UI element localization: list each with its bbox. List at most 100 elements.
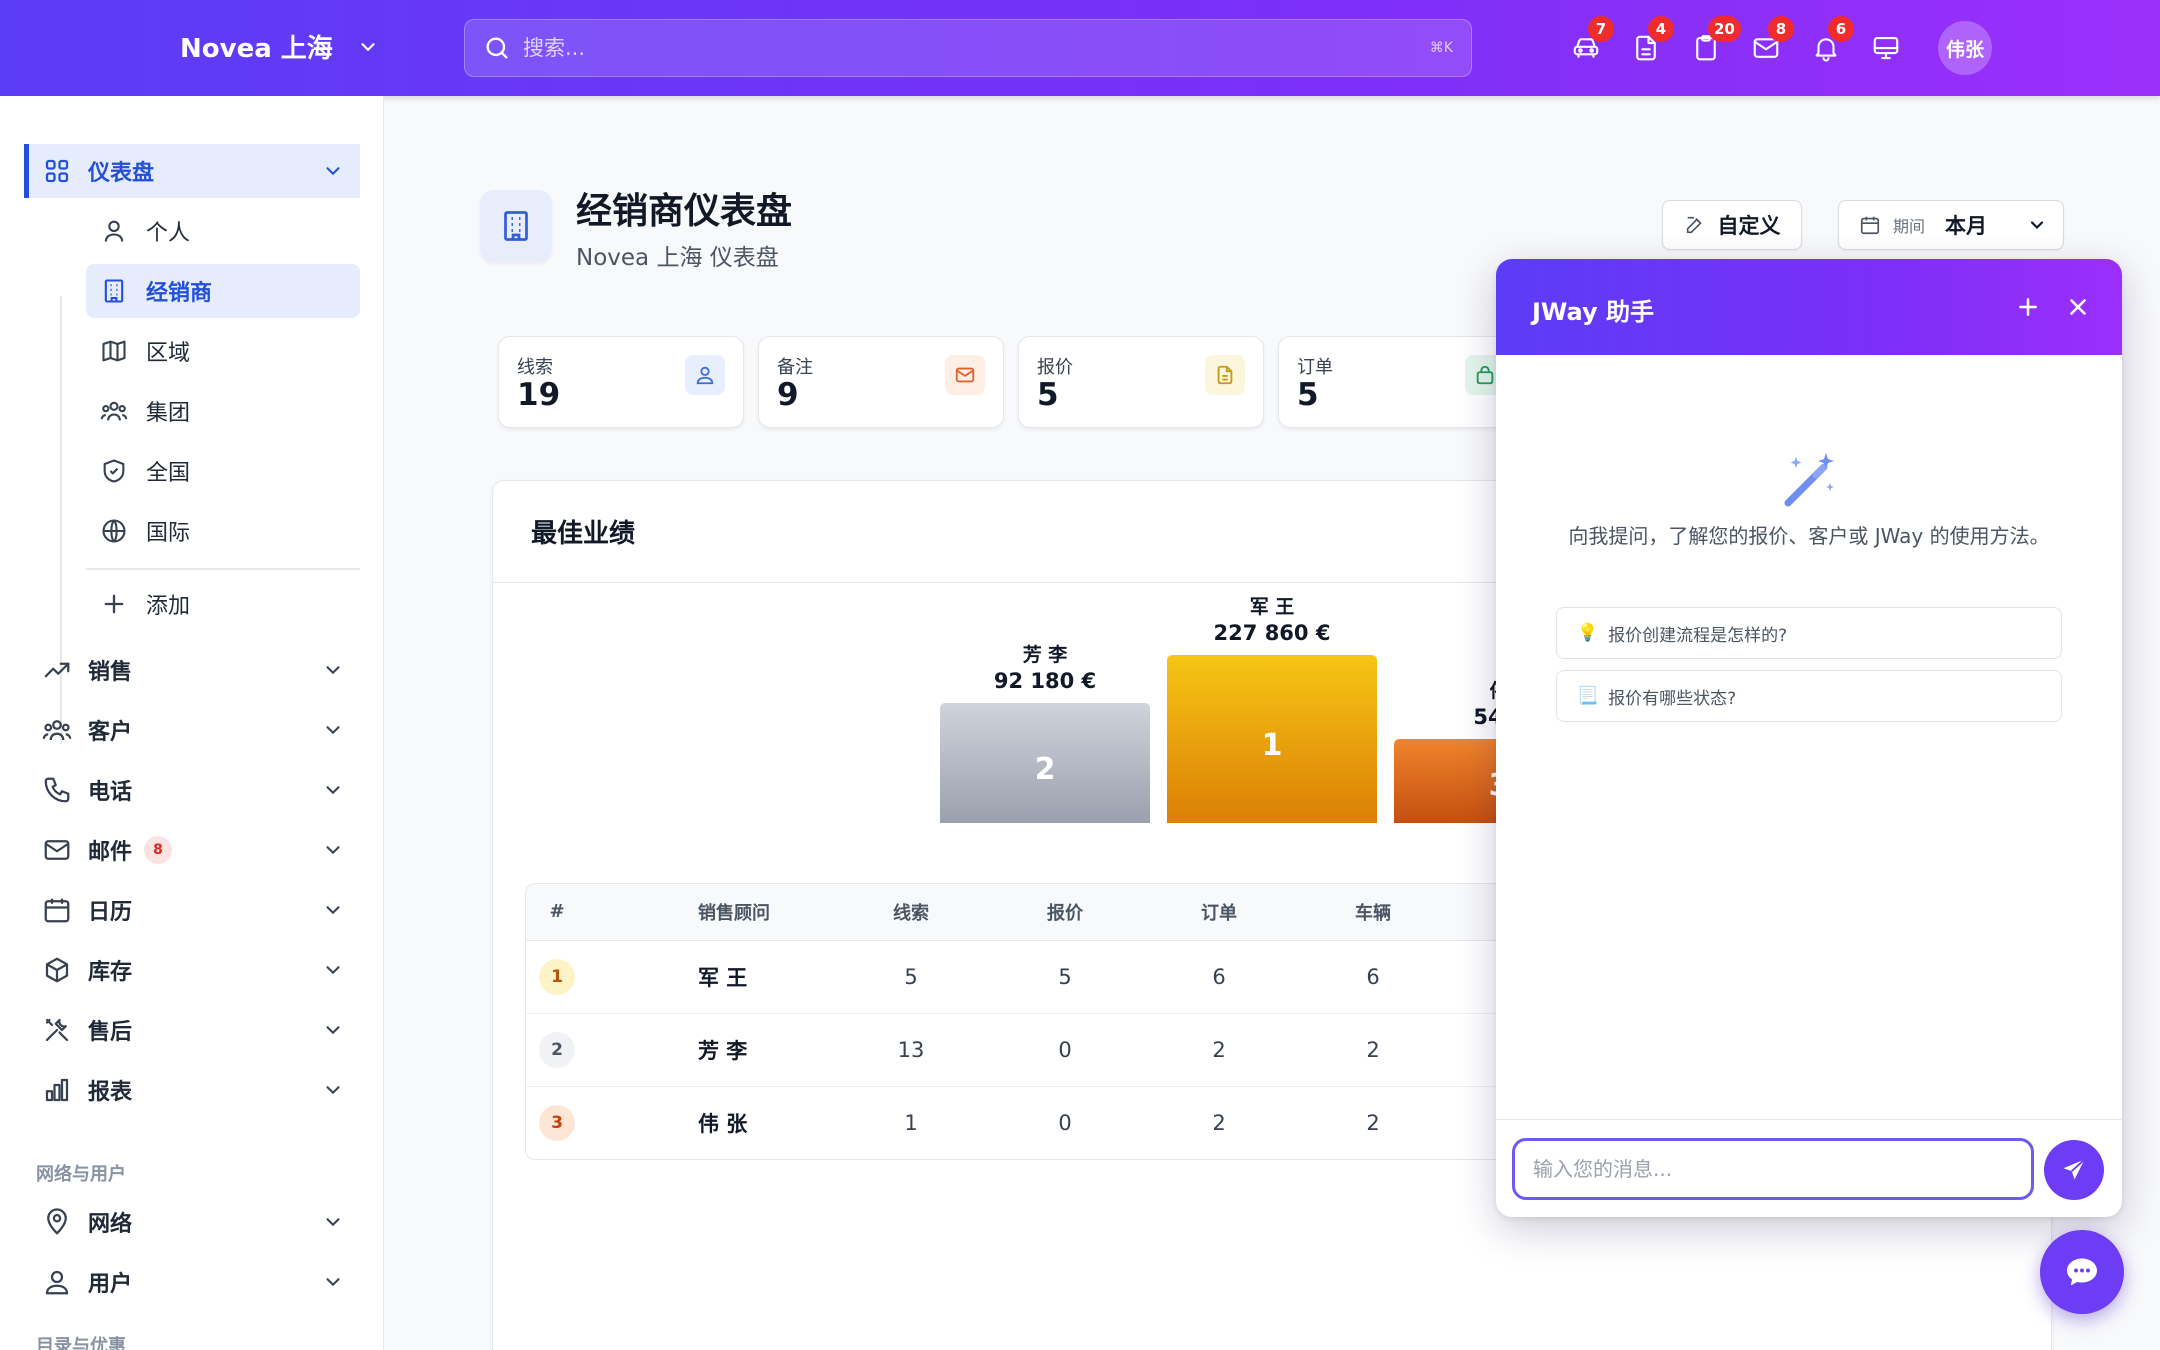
sidebar-subitem-group[interactable]: 集团: [86, 384, 360, 438]
sidebar-subitem-national[interactable]: 全国: [86, 444, 360, 498]
kpi-label: 线索: [517, 357, 553, 378]
sidebar-section-heading: 网络与用户: [36, 1164, 126, 1185]
sidebar-subitem-personal[interactable]: 个人: [86, 204, 360, 258]
period-select[interactable]: 期间 本月: [1838, 200, 2064, 250]
kpi-card-leads[interactable]: 线索 19: [498, 336, 744, 428]
column-header[interactable]: #: [526, 884, 588, 941]
phone-icon: [44, 777, 70, 803]
documents-button[interactable]: 4: [1630, 16, 1674, 76]
column-header[interactable]: 线索: [834, 884, 988, 941]
memo-icon: 📃: [1577, 686, 1599, 706]
chat-message-input[interactable]: [1512, 1138, 2034, 1200]
sidebar-item-users[interactable]: 用户: [24, 1255, 360, 1309]
column-header[interactable]: 车辆: [1296, 884, 1450, 941]
podium-amount: 92 180 €: [994, 669, 1096, 693]
table-row[interactable]: 1 军 王 5 5 6 6: [526, 940, 1524, 1014]
sidebar-item-label: 日历: [88, 900, 133, 925]
tasks-button[interactable]: 20: [1690, 16, 1741, 76]
vehicles-cell: 2: [1296, 1013, 1450, 1087]
sidebar-subitem-international[interactable]: 国际: [86, 504, 360, 558]
column-header[interactable]: 订单: [1142, 884, 1296, 941]
calendar-icon: [1860, 216, 1880, 235]
sidebar-item-reports[interactable]: 报表: [24, 1063, 360, 1117]
sidebar-item-sales[interactable]: 销售: [24, 643, 360, 697]
orders-cell: 2: [1212, 1110, 1226, 1135]
sidebar-item-calendar[interactable]: 日历: [24, 883, 360, 937]
suggestion-button[interactable]: 📃 报价有哪些状态?: [1556, 670, 2062, 722]
sidebar-item-network[interactable]: 网络: [24, 1195, 360, 1249]
sidebar-subitem-label: 个人: [146, 221, 191, 246]
podium-rank: 2: [1035, 752, 1056, 787]
chat-composer: [1496, 1119, 2122, 1217]
mail-count-badge: 8: [144, 836, 173, 864]
new-chat-button[interactable]: [2008, 287, 2048, 327]
sidebar-subitem-label: 区域: [146, 341, 191, 366]
column-header[interactable]: 销售顾问: [588, 884, 834, 941]
kpi-icon-box: [685, 355, 725, 395]
page-icon: [480, 190, 552, 262]
sidebar-section-heading: 目录与优惠: [36, 1336, 126, 1350]
notifications-button[interactable]: 6: [1810, 16, 1854, 76]
edit-icon: [1686, 216, 1701, 234]
chevron-down-icon: [326, 1026, 340, 1035]
period-label: 期间: [1893, 217, 1926, 236]
sidebar-subitem-region[interactable]: 区域: [86, 324, 360, 378]
sidebar-subitem-dealer[interactable]: 经销商: [86, 264, 360, 318]
calendar-icon: [44, 898, 70, 923]
period-value: 本月: [1945, 214, 1988, 238]
send-icon: [2063, 1158, 2086, 1180]
advisor-name: 军 王: [588, 940, 834, 1014]
leads-cell: 5: [834, 940, 988, 1014]
orders-cell: 2: [1142, 1013, 1296, 1087]
notification-badge: 7: [1588, 16, 1614, 42]
table-row[interactable]: 3 伟 张 1 0 2 2: [526, 1086, 1524, 1159]
close-chat-button[interactable]: [2058, 287, 2098, 327]
search-icon: [486, 37, 508, 59]
trending-up-icon: [44, 662, 70, 678]
rank-cell: 3: [526, 1086, 588, 1159]
sidebar-add-button[interactable]: 添加: [86, 577, 360, 631]
sidebar-item-mail[interactable]: 邮件 8: [24, 823, 360, 877]
table-header-row: # 销售顾问 线索 报价 订单 车辆: [526, 884, 1524, 941]
display-button[interactable]: [1870, 20, 1902, 76]
search-input[interactable]: [523, 36, 1430, 60]
sidebar-item-label: 售后: [88, 1020, 133, 1045]
sidebar-item-label: 网络: [88, 1212, 133, 1237]
mail-icon: [44, 840, 70, 860]
vehicles-button[interactable]: 7: [1570, 16, 1614, 76]
kpi-label: 订单: [1297, 357, 1333, 378]
sidebar-item-inventory[interactable]: 库存: [24, 943, 360, 997]
document-icon: [1217, 365, 1233, 385]
quotes-cell: 5: [988, 940, 1142, 1014]
notification-badge: 6: [1828, 16, 1854, 42]
sidebar-item-dashboard[interactable]: 仪表盘: [24, 144, 360, 198]
advisor-name: 伟 张: [698, 1111, 748, 1136]
podium-rank: 1: [1262, 728, 1283, 763]
user-icon: [45, 1270, 69, 1295]
bag-icon: [1476, 365, 1494, 385]
user-avatar[interactable]: 伟张: [1938, 21, 1992, 75]
sidebar-item-customers[interactable]: 客户: [24, 703, 360, 757]
table-row[interactable]: 2 芳 李 13 0 2 2: [526, 1013, 1524, 1087]
send-button[interactable]: [2044, 1140, 2104, 1200]
search-bar[interactable]: ⌘K: [464, 19, 1472, 77]
sidebar-item-aftersales[interactable]: 售后: [24, 1003, 360, 1057]
podium-name: 军 王: [1250, 596, 1295, 618]
messages-button[interactable]: 8: [1750, 16, 1794, 76]
chat-toggle-button[interactable]: [2040, 1230, 2124, 1314]
kpi-card-quotes[interactable]: 报价 5: [1018, 336, 1264, 428]
notification-badge: 8: [1768, 16, 1794, 42]
notification-badge: 20: [1708, 16, 1741, 42]
sidebar-item-label: 客户: [88, 720, 133, 745]
tools-icon: [45, 1018, 69, 1042]
customize-button[interactable]: 自定义: [1662, 200, 1802, 250]
monitor-icon: [1873, 36, 1899, 60]
rank-cell: 1: [526, 940, 588, 1014]
dealer-switcher[interactable]: Novea 上海: [180, 28, 379, 65]
kpi-card-orders[interactable]: 订单 5: [1278, 336, 1524, 428]
column-header[interactable]: 报价: [988, 884, 1142, 941]
sidebar-item-phone[interactable]: 电话: [24, 763, 360, 817]
location-icon: [47, 1208, 67, 1235]
suggestion-button[interactable]: 💡 报价创建流程是怎样的?: [1556, 607, 2062, 659]
kpi-card-notes[interactable]: 备注 9: [758, 336, 1004, 428]
